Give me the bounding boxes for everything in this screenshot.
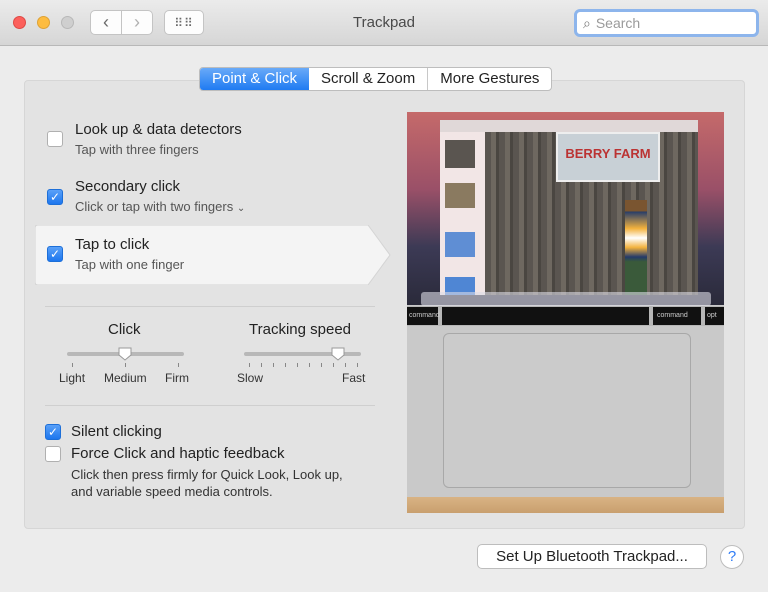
tab-point-click[interactable]: Point & Click — [200, 68, 309, 90]
force-click-checkbox[interactable] — [45, 446, 61, 462]
preview-key: command — [407, 307, 438, 325]
divider — [45, 306, 375, 307]
tracking-slow-label: Slow — [237, 371, 263, 385]
tracking-tick — [309, 363, 310, 367]
click-medium-label: Medium — [104, 371, 147, 385]
setup-bluetooth-trackpad-button[interactable]: Set Up Bluetooth Trackpad... — [477, 544, 707, 569]
option-label: Look up & data detectors — [75, 121, 242, 138]
title-bar: ‹ › ⠿⠿ Trackpad ⌕Search — [0, 0, 768, 46]
silent-clicking-checkbox[interactable]: ✓ — [45, 424, 61, 440]
search-icon: ⌕ — [583, 15, 591, 32]
option-sub: Tap with three fingers — [75, 142, 199, 157]
tracking-tick — [273, 363, 274, 367]
secondary-click-popup[interactable]: Click or tap with two fingers ⌄ — [75, 199, 245, 214]
tracking-tick — [345, 363, 346, 367]
search-input[interactable]: ⌕ Search — [574, 9, 759, 37]
tracking-tick — [249, 363, 250, 367]
tracking-tick — [297, 363, 298, 367]
silent-clicking-label: Silent clicking — [71, 423, 162, 440]
preview-key: opt — [705, 307, 724, 325]
preview-dock — [421, 292, 711, 306]
preview-trackpad — [443, 333, 691, 488]
tab-bar: Point & Click Scroll & Zoom More Gesture… — [199, 67, 552, 91]
tracking-tick — [285, 363, 286, 367]
option-label: Tap to click — [75, 236, 149, 253]
preview-window: BERRY FARM — [440, 120, 698, 295]
click-light-label: Light — [59, 371, 85, 385]
click-slider-title: Click — [108, 321, 141, 338]
force-click-label: Force Click and haptic feedback — [71, 445, 284, 462]
preview-sign: BERRY FARM — [556, 132, 660, 182]
tab-scroll-zoom[interactable]: Scroll & Zoom — [309, 68, 427, 90]
divider — [45, 405, 375, 406]
tracking-slider-knob[interactable] — [331, 347, 345, 361]
click-firm-label: Firm — [165, 371, 189, 385]
tracking-tick — [357, 363, 358, 367]
tracking-fast-label: Fast — [342, 371, 365, 385]
tracking-slider-title: Tracking speed — [249, 321, 351, 338]
gesture-preview: BERRY FARM command command opt — [407, 112, 724, 513]
help-button[interactable]: ? — [720, 545, 744, 569]
selected-row-highlight — [35, 225, 391, 285]
option-sub: Tap with one finger — [75, 257, 184, 272]
chevron-down-icon: ⌄ — [237, 203, 245, 214]
click-slider-knob[interactable] — [118, 347, 132, 361]
option-label: Secondary click — [75, 178, 180, 195]
search-placeholder: Search — [596, 15, 640, 31]
lookup-checkbox[interactable] — [47, 131, 63, 147]
tracking-tick — [321, 363, 322, 367]
preview-key: command — [653, 307, 701, 325]
secondary-click-checkbox[interactable]: ✓ — [47, 189, 63, 205]
tab-more-gestures[interactable]: More Gestures — [427, 68, 551, 90]
force-click-description: Click then press firmly for Quick Look, … — [71, 467, 343, 482]
tracking-tick — [261, 363, 262, 367]
tracking-tick — [333, 363, 334, 367]
tap-to-click-checkbox[interactable]: ✓ — [47, 246, 63, 262]
option-sub: Click or tap with two fingers — [75, 199, 233, 214]
force-click-description: and variable speed media controls. — [71, 484, 273, 499]
